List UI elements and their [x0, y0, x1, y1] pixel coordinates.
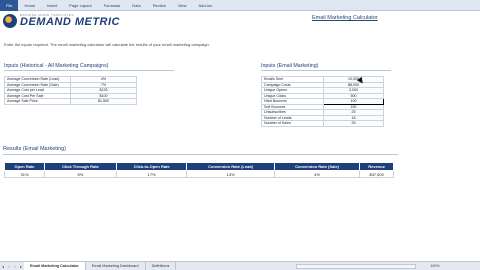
email-inputs-title: Inputs (Email Marketing)	[261, 63, 391, 71]
results-value-row: 31% 5% 17% 13% 4% $37,500	[3, 170, 394, 178]
input-value-cell[interactable]: 25	[323, 120, 384, 127]
results-table: Open Rate Click Through Rate Click-to-Op…	[3, 162, 394, 178]
horizontal-scrollbar[interactable]	[296, 263, 417, 269]
result-value-cell[interactable]: 17%	[115, 170, 188, 178]
logo-mark-icon	[3, 13, 17, 28]
ribbon-tab-view[interactable]: View	[172, 0, 193, 11]
ribbon-tab-home[interactable]: Home	[18, 0, 41, 11]
results-header: Revenue	[359, 162, 394, 171]
results-header: Conversion Rate (Lead)	[186, 162, 275, 171]
intro-text: Enter the inputs required. The email mar…	[4, 42, 210, 47]
ribbon-tabs: File Home Insert Page Layout Formulas Da…	[0, 0, 480, 11]
demand-metric-logo: BROWSE MORE TEMPLATES DEMAND METRIC	[3, 13, 120, 28]
ribbon-tab-add-ins[interactable]: Add-Ins	[192, 0, 218, 11]
result-value-cell[interactable]: $37,500	[359, 170, 394, 178]
ribbon-tab-page-layout[interactable]: Page Layout	[63, 0, 97, 11]
historical-inputs-title: Inputs (Historical - All Marketing Campa…	[4, 63, 174, 71]
table-row: Number of Sales 25	[261, 120, 384, 127]
results-header: Click-to-Open Rate	[115, 162, 188, 171]
ribbon-tab-data[interactable]: Data	[126, 0, 146, 11]
result-value-cell[interactable]: 4%	[273, 170, 361, 178]
sheet-tab-bar: ◂ ‹ › ▸ Email Marketing Calculator Email…	[0, 261, 480, 270]
result-value-cell[interactable]: 13%	[186, 170, 275, 178]
divider	[3, 154, 398, 155]
historical-inputs-table: Average Conversion Rate (Lead) 4% Averag…	[4, 76, 137, 105]
sheet-tab-calculator[interactable]: Email Marketing Calculator	[24, 262, 86, 270]
zoom-level[interactable]: 100%	[430, 264, 439, 268]
result-value-cell[interactable]: 5%	[44, 170, 117, 178]
logo-name: DEMAND METRIC	[20, 16, 120, 28]
sheet-tab-definitions[interactable]: Definitions	[146, 262, 177, 270]
input-label: Number of Sales	[261, 120, 324, 127]
result-value-cell[interactable]: 31%	[3, 170, 46, 178]
ribbon-tab-file[interactable]: File	[0, 0, 19, 11]
input-label: Average Sale Price	[4, 98, 71, 105]
ribbon-tab-review[interactable]: Review	[147, 0, 172, 11]
results-header-row: Open Rate Click Through Rate Click-to-Op…	[3, 162, 394, 171]
ribbon-tab-formulas[interactable]: Formulas	[98, 0, 127, 11]
results-header: Open Rate	[3, 162, 46, 171]
email-inputs-table: Emails Sent 10,000 Campaign Costs $8,000…	[261, 76, 384, 127]
page-title: Email Marketing Calculator	[312, 15, 378, 21]
table-row: Average Sale Price $1,500	[4, 98, 137, 105]
results-header: Click Through Rate	[44, 162, 117, 171]
results-title: Results (Email Marketing)	[3, 146, 66, 152]
input-value-cell[interactable]: $1,500	[70, 98, 137, 105]
ribbon-tab-insert[interactable]: Insert	[41, 0, 63, 11]
sheet-tab-dashboard[interactable]: Email Marketing Dashboard	[86, 262, 146, 270]
results-header: Conversion Rate (Sale)	[273, 162, 361, 171]
